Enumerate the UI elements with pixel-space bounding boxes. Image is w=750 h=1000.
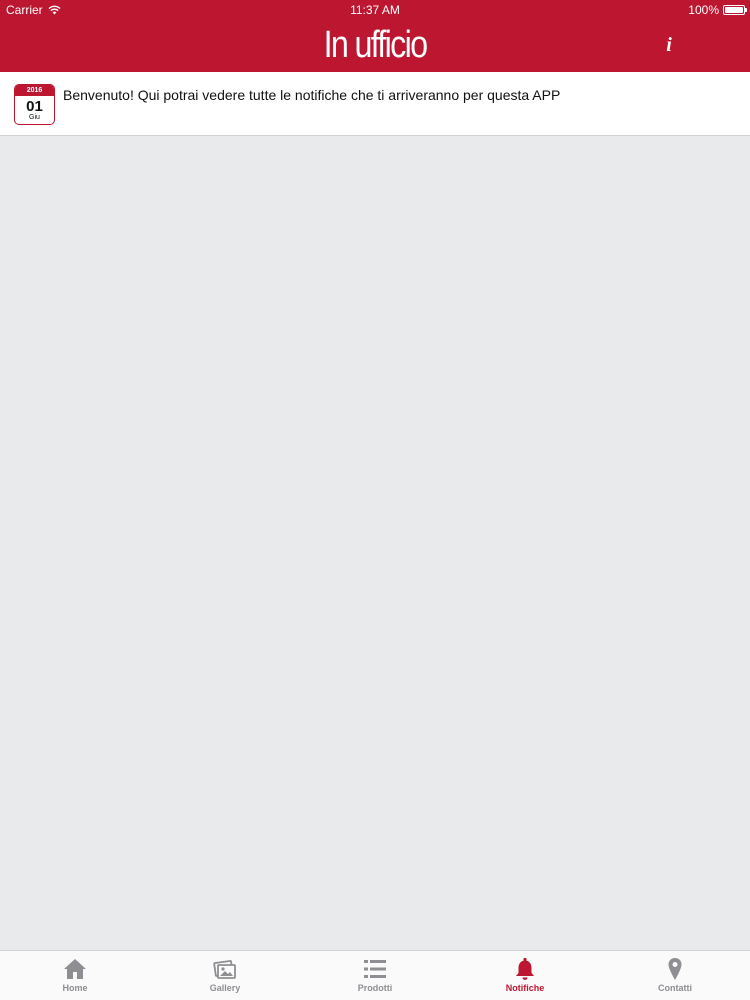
gallery-icon	[213, 960, 236, 979]
notification-item[interactable]: 2016 01 Giu Benvenuto! Qui potrai vedere…	[0, 72, 750, 136]
tab-gallery-label: Gallery	[209, 983, 241, 993]
bell-icon	[516, 957, 534, 980]
home-icon	[64, 959, 86, 979]
top-bar: Carrier 11:37 AM 100% In ufficio i	[0, 0, 750, 72]
map-pin-icon	[668, 958, 682, 980]
tab-home[interactable]: Home	[0, 951, 150, 1000]
tab-contatti-label: Contatti	[658, 983, 692, 993]
app-title: In ufficio	[323, 24, 428, 66]
tab-gallery[interactable]: Gallery	[150, 951, 300, 1000]
calendar-icon: 2016 01 Giu	[14, 84, 55, 125]
notification-message: Benvenuto! Qui potrai vedere tutte le no…	[63, 87, 561, 103]
notifications-list[interactable]: 2016 01 Giu Benvenuto! Qui potrai vedere…	[0, 72, 750, 950]
tab-bar: Home Gallery Prodotti Notifiche Contatti	[0, 950, 750, 1000]
info-button[interactable]: i	[656, 31, 682, 59]
tab-home-label: Home	[62, 983, 88, 993]
tab-prodotti-label: Prodotti	[357, 983, 393, 993]
tab-contatti[interactable]: Contatti	[600, 951, 750, 1000]
battery-group: 100%	[688, 3, 747, 17]
battery-percent: 100%	[688, 3, 719, 17]
status-bar: Carrier 11:37 AM 100%	[0, 0, 750, 20]
status-time: 11:37 AM	[350, 3, 400, 17]
tab-notifiche-label: Notifiche	[505, 983, 545, 993]
tab-notifiche[interactable]: Notifiche	[450, 951, 600, 1000]
battery-icon	[723, 5, 747, 15]
list-icon	[364, 960, 386, 978]
battery-fill	[725, 7, 743, 13]
calendar-month: Giu	[29, 114, 40, 121]
tab-prodotti[interactable]: Prodotti	[300, 951, 450, 1000]
app-screen: Carrier 11:37 AM 100% In ufficio i 2016	[0, 0, 750, 1000]
calendar-day: 01	[26, 98, 43, 115]
calendar-year: 2016	[15, 85, 54, 96]
